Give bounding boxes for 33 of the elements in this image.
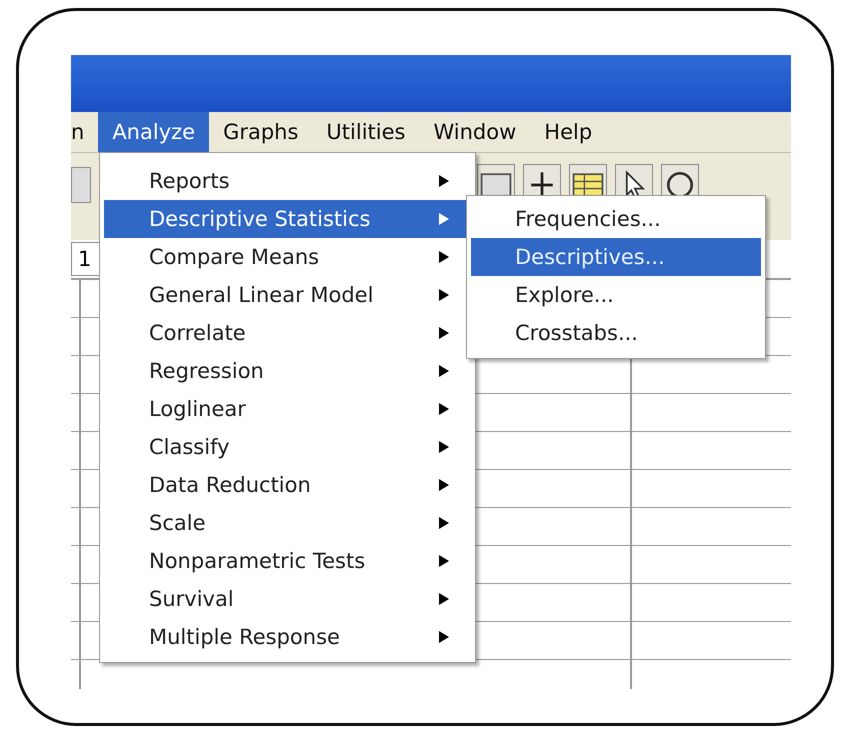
menu-item-label: Data Reduction — [149, 473, 311, 497]
menu-item-label: Classify — [149, 435, 230, 459]
menu-item[interactable]: Frequencies... — [471, 200, 761, 238]
menu-item[interactable]: n — [71, 112, 98, 152]
menu-item[interactable]: Reports — [104, 162, 471, 200]
menu-item[interactable]: Regression — [104, 352, 471, 390]
menu-item[interactable]: Graphs — [209, 112, 312, 152]
menu-item[interactable]: Data Reduction — [104, 466, 471, 504]
menu-item[interactable]: Analyze — [98, 112, 210, 152]
menu-item[interactable]: Help — [530, 112, 606, 152]
menu-item[interactable]: Multiple Response — [104, 618, 471, 656]
menu-item[interactable]: Loglinear — [104, 390, 471, 428]
menu-item-label: Scale — [149, 511, 206, 535]
menu-item-label: Compare Means — [149, 245, 320, 269]
menu-item-label: Descriptive Statistics — [149, 207, 370, 231]
menu-item[interactable]: Nonparametric Tests — [104, 542, 471, 580]
menu-item[interactable]: Crosstabs... — [471, 314, 761, 352]
menu-item-label: Loglinear — [149, 397, 246, 421]
menu-item-label: Nonparametric Tests — [149, 549, 366, 573]
menu-item[interactable]: Utilities — [312, 112, 420, 152]
menu-item[interactable]: Classify — [104, 428, 471, 466]
menu-item-label: Multiple Response — [149, 625, 340, 649]
menu-item[interactable]: Survival — [104, 580, 471, 618]
menu-item[interactable]: Explore... — [471, 276, 761, 314]
menu-item-label: Survival — [149, 587, 234, 611]
menu-item[interactable]: Window — [419, 112, 530, 152]
menu-item-label: Correlate — [149, 321, 246, 345]
menu-item[interactable]: Descriptives... — [471, 238, 761, 276]
menu-item-label: Regression — [149, 359, 264, 383]
menu-item-label: General Linear Model — [149, 283, 374, 307]
toolbar-button[interactable] — [71, 166, 91, 202]
menu-item[interactable]: Scale — [104, 504, 471, 542]
menu-item-label: Reports — [149, 169, 230, 193]
